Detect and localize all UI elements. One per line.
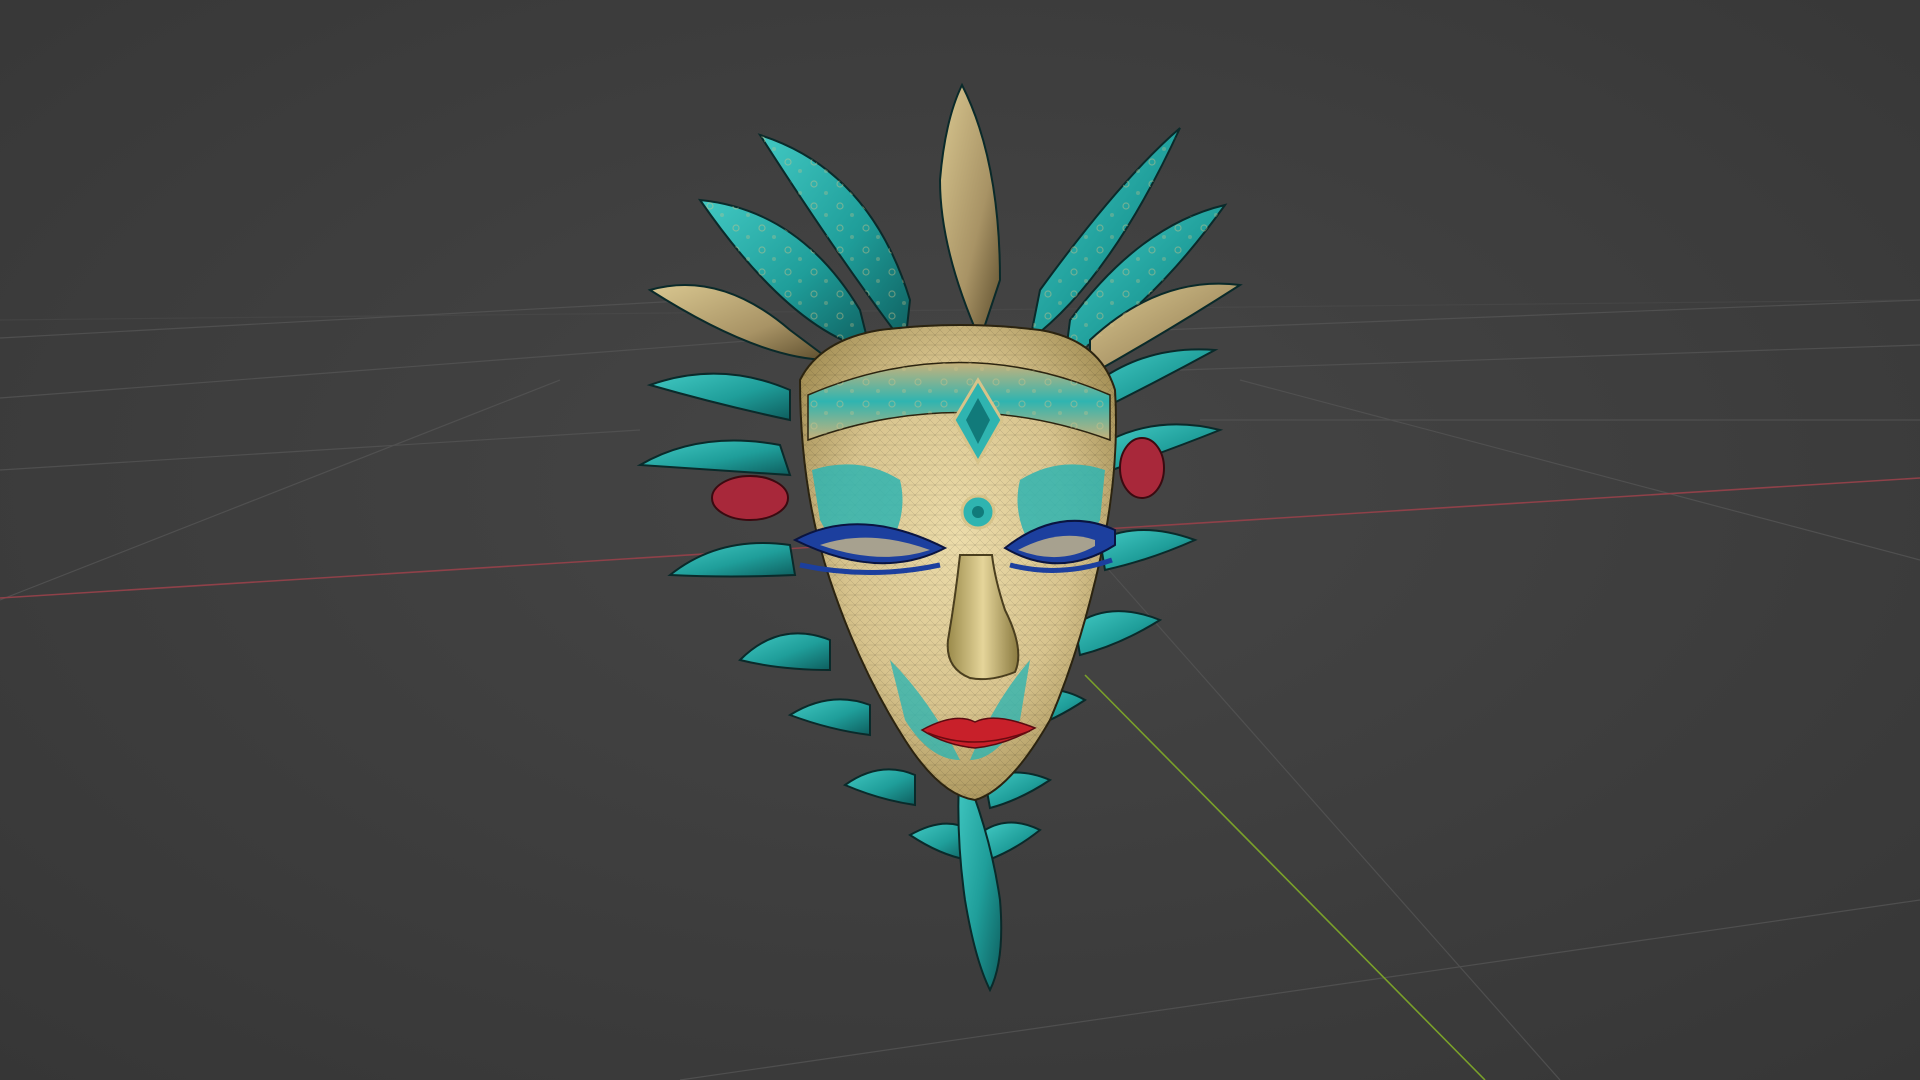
left-red-ornament [711, 475, 789, 521]
3d-viewport[interactable] [0, 0, 1920, 1080]
right-red-ornament [1119, 437, 1165, 499]
viewport-canvas[interactable] [0, 0, 1920, 1080]
